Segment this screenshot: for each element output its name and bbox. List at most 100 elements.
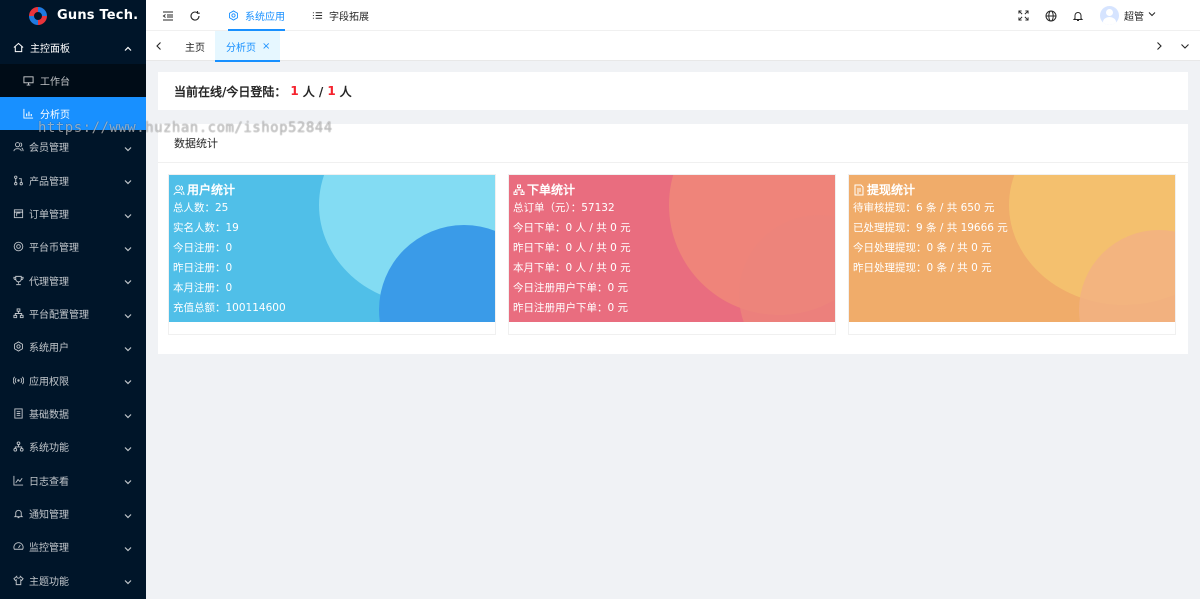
sidebar-item-label: 分析页 xyxy=(40,110,70,121)
sidebar-item-label: 平台配置管理 xyxy=(29,309,89,321)
sidebar-item-agents[interactable]: 代理管理 xyxy=(0,263,146,296)
chevron-down-icon xyxy=(124,375,132,389)
order-stats-panel: 下单统计 总订单（元）：57132 今日下单：0 人 / 共 0 元 昨日下单：… xyxy=(509,175,835,322)
sidebar-item-theme[interactable]: 主题功能 xyxy=(0,563,146,596)
globe-icon[interactable] xyxy=(1044,9,1058,23)
chevron-down-icon xyxy=(124,509,132,523)
sidebar-item-notifications[interactable]: 通知管理 xyxy=(0,497,146,530)
sidebar-item-products[interactable]: 产品管理 xyxy=(0,163,146,196)
user-name: 超管 xyxy=(1124,12,1144,23)
radar-icon xyxy=(12,374,24,386)
sidebar-item-label: 平台币管理 xyxy=(29,243,79,255)
sidebar-item-system-functions[interactable]: 系统功能 xyxy=(0,430,146,463)
sidebar-item-monitoring[interactable]: 监控管理 xyxy=(0,530,146,563)
desktop-icon xyxy=(22,75,34,87)
avatar xyxy=(1100,6,1119,25)
stat-line: 本月下单：0 人 / 共 0 元 xyxy=(513,262,631,274)
withdraw-stats-card: 提现统计 待审核提现：6 条 / 共 650 元 已处理提现：9 条 / 共 1… xyxy=(848,174,1176,335)
coin-icon xyxy=(12,241,24,253)
fullscreen-icon[interactable] xyxy=(1017,9,1031,23)
home-icon xyxy=(12,42,24,54)
chevron-down-icon xyxy=(124,409,132,423)
card-title: 下单统计 xyxy=(513,181,575,198)
stat-line: 今日处理提现：0 条 / 共 0 元 xyxy=(853,242,992,254)
sidebar-item-label: 基础数据 xyxy=(29,409,69,421)
sidebar-item-coins[interactable]: 平台币管理 xyxy=(0,230,146,263)
sidebar-item-label: 工作台 xyxy=(40,77,70,88)
page-tab-home[interactable]: 主页 xyxy=(185,31,205,61)
close-icon[interactable]: × xyxy=(262,41,270,52)
sidebar: Guns Tech. 主控面板 工作台 分析页 会员管理 产品管理 订单管理 平… xyxy=(0,0,146,599)
stat-line: 今日下单：0 人 / 共 0 元 xyxy=(513,222,631,234)
bell-icon[interactable] xyxy=(1071,9,1085,23)
page-tab-label: 主页 xyxy=(185,42,205,54)
user-stats-card: 用户统计 总人数：25 实名人数：19 今日注册：0 昨日注册：0 本月注册：0… xyxy=(168,174,496,335)
apartment-icon xyxy=(12,441,24,453)
stat-line: 实名人数：19 xyxy=(173,222,239,234)
sidebar-item-label: 代理管理 xyxy=(29,276,69,288)
order-stats-card: 下单统计 总订单（元）：57132 今日下单：0 人 / 共 0 元 昨日下单：… xyxy=(508,174,836,335)
stat-line: 已处理提现：9 条 / 共 19666 元 xyxy=(853,222,1008,234)
tab-field-extension[interactable]: 字段拓展 xyxy=(312,0,369,31)
sidebar-item-orders[interactable]: 订单管理 xyxy=(0,197,146,230)
online-summary: 当前在线/今日登陆： 1 人 / 1 人 xyxy=(158,72,1188,110)
chevron-down-icon xyxy=(124,142,132,156)
sidebar-item-label: 订单管理 xyxy=(29,209,69,221)
sidebar-item-workbench[interactable]: 工作台 xyxy=(0,64,146,97)
sidebar-item-logs[interactable]: 日志查看 xyxy=(0,463,146,496)
chevron-down-icon xyxy=(124,209,132,223)
stat-lines: 总人数：25 实名人数：19 今日注册：0 昨日注册：0 本月注册：0 充值总额… xyxy=(173,200,286,320)
sidebar-item-label: 监控管理 xyxy=(29,543,69,555)
sidebar-item-label: 系统功能 xyxy=(29,443,69,455)
stat-line: 昨日注册用户下单：0 元 xyxy=(513,302,629,314)
bar-chart-icon xyxy=(22,108,34,120)
guns-logo-icon xyxy=(28,6,48,26)
sidebar-item-label: 通知管理 xyxy=(29,509,69,521)
logo[interactable]: Guns Tech. xyxy=(0,0,146,31)
stat-line: 昨日处理提现：0 条 / 共 0 元 xyxy=(853,262,992,274)
sidebar-item-platform-config[interactable]: 平台配置管理 xyxy=(0,297,146,330)
chevron-down-icon[interactable] xyxy=(1180,40,1190,54)
stat-line: 待审核提现：6 条 / 共 650 元 xyxy=(853,202,995,214)
sidebar-item-label: 主控面板 xyxy=(30,44,70,55)
user-group-icon xyxy=(173,184,185,196)
data-statistics-card: 数据统计 用户统计 总人数：25 实名人数：19 今日注册：0 昨日注册：0 本… xyxy=(158,124,1188,354)
stat-line: 今日注册用户下单：0 元 xyxy=(513,282,629,294)
menu-fold-icon[interactable] xyxy=(161,9,175,23)
skin-icon xyxy=(12,574,24,586)
reload-icon[interactable] xyxy=(188,9,202,23)
stat-line: 总订单（元）：57132 xyxy=(513,202,615,214)
chevron-left-icon[interactable] xyxy=(154,40,164,54)
user-menu[interactable]: 超管 xyxy=(1100,6,1156,25)
sidebar-item-label: 会员管理 xyxy=(29,143,69,155)
sidebar-item-app-permissions[interactable]: 应用权限 xyxy=(0,363,146,396)
file-icon xyxy=(853,184,865,196)
stat-line: 今日注册：0 xyxy=(173,242,233,254)
list-icon xyxy=(312,10,323,21)
card-title-text: 提现统计 xyxy=(867,183,916,197)
stat-line: 昨日下单：0 人 / 共 0 元 xyxy=(513,242,631,254)
gear-icon xyxy=(12,341,24,353)
sidebar-item-dashboard[interactable]: 主控面板 xyxy=(0,31,146,64)
stat-line: 昨日注册：0 xyxy=(173,262,233,274)
tab-system-apps[interactable]: 系统应用 xyxy=(228,0,285,31)
chevron-up-icon xyxy=(124,42,132,56)
page-tab-analysis[interactable]: 分析页 × xyxy=(215,31,281,62)
chevron-down-icon xyxy=(124,309,132,323)
chevron-down-icon xyxy=(124,575,132,589)
sidebar-item-basic-data[interactable]: 基础数据 xyxy=(0,397,146,430)
chevron-right-icon[interactable] xyxy=(1154,40,1164,54)
pull-request-icon xyxy=(12,174,24,186)
online-label: 当前在线/今日登陆： xyxy=(174,84,287,99)
sitemap-icon xyxy=(12,307,24,319)
card-title: 提现统计 xyxy=(853,181,915,198)
sidebar-item-label: 主题功能 xyxy=(29,576,69,588)
book-icon xyxy=(12,407,24,419)
chevron-down-icon xyxy=(124,475,132,489)
sidebar-item-system-users[interactable]: 系统用户 xyxy=(0,330,146,363)
user-stats-panel: 用户统计 总人数：25 实名人数：19 今日注册：0 昨日注册：0 本月注册：0… xyxy=(169,175,495,322)
chevron-down-icon xyxy=(124,242,132,256)
trophy-icon xyxy=(12,274,24,286)
sidebar-item-label: 系统用户 xyxy=(29,343,69,355)
stat-line: 充值总额：100114600 xyxy=(173,302,286,314)
